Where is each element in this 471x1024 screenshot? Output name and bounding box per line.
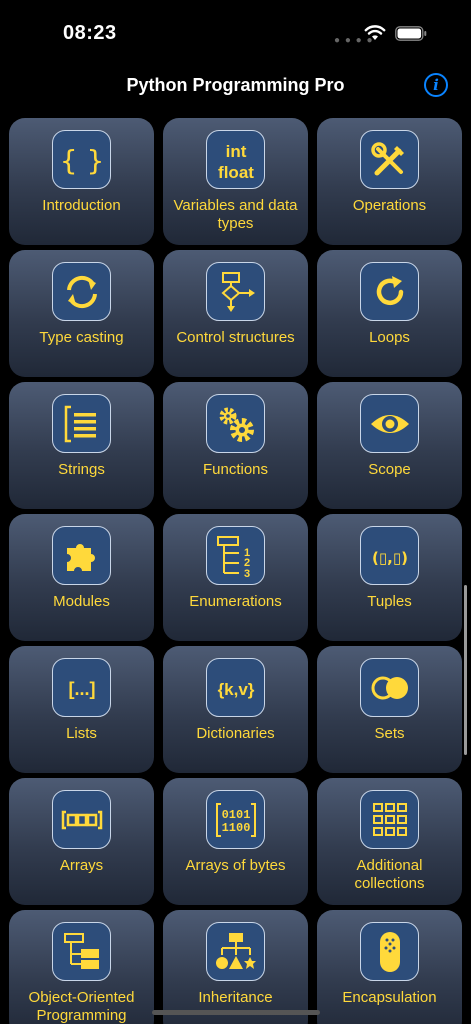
tile-label: Encapsulation xyxy=(342,989,437,1006)
tile-label: Arrays of bytes xyxy=(185,857,286,874)
tile-type-casting[interactable]: Type casting xyxy=(9,250,154,377)
puzzle-icon xyxy=(52,526,111,585)
tile-arrays-of-bytes[interactable]: 0101 1100 Arrays of bytes xyxy=(163,778,308,905)
numbered-list-icon: 1 2 3 xyxy=(206,526,265,585)
tile-label: Additional collections xyxy=(354,857,425,892)
tuple-icon: (▯,▯) xyxy=(360,526,419,585)
tile-oop[interactable]: Object-Oriented Programming xyxy=(9,910,154,1024)
tile-strings[interactable]: Strings xyxy=(9,382,154,509)
icon-text: {k,v} xyxy=(217,680,254,699)
tile-lists[interactable]: [...] Lists xyxy=(9,646,154,773)
tile-operations[interactable]: Operations xyxy=(317,118,462,245)
tile-label: Modules xyxy=(53,593,110,610)
tile-label: Enumerations xyxy=(189,593,282,610)
tile-enumerations[interactable]: 1 2 3 Enumerations xyxy=(163,514,308,641)
tile-dictionaries[interactable]: {k,v} Dictionaries xyxy=(163,646,308,773)
icon-text: 0101 xyxy=(221,808,250,822)
tile-arrays[interactable]: Arrays xyxy=(9,778,154,905)
tile-introduction[interactable]: { } Introduction xyxy=(9,118,154,245)
tile-label: Type casting xyxy=(39,329,124,346)
tools-icon xyxy=(360,130,419,189)
tile-modules[interactable]: Modules xyxy=(9,514,154,641)
tile-control-structures[interactable]: Control structures xyxy=(163,250,308,377)
tile-label: Dictionaries xyxy=(196,725,275,742)
info-button[interactable]: i xyxy=(424,73,448,97)
int-float-icon: int float xyxy=(206,130,265,189)
wifi-icon xyxy=(364,25,386,40)
tile-label: Scope xyxy=(368,461,411,478)
tile-label: Variables and data types xyxy=(173,197,298,232)
capsule-icon xyxy=(360,922,419,981)
text-lines-icon xyxy=(52,394,111,453)
nav-bar: Python Programming Pro xyxy=(0,60,471,112)
status-bar: 08:23 ● ● ● ● xyxy=(0,0,471,60)
hierarchy-icon xyxy=(206,922,265,981)
tile-label: Introduction xyxy=(42,197,121,214)
icon-text: [...] xyxy=(68,679,95,699)
tile-tuples[interactable]: (▯,▯) Tuples xyxy=(317,514,462,641)
tile-label: Object-Oriented Programming xyxy=(28,989,135,1024)
svg-text:{ }: { } xyxy=(60,144,104,177)
tile-label: Control structures xyxy=(176,329,295,346)
tile-label: Operations xyxy=(352,197,427,214)
tile-label: Sets xyxy=(374,725,405,742)
icon-text: float xyxy=(218,163,254,182)
tile-label: Arrays xyxy=(59,857,104,874)
tile-label: Tuples xyxy=(367,593,412,610)
tile-label: Inheritance xyxy=(198,989,273,1006)
sets-icon xyxy=(360,658,419,717)
tile-label: Loops xyxy=(369,329,410,346)
class-tree-icon xyxy=(52,922,111,981)
icon-text: 1100 xyxy=(221,821,250,835)
collections-grid-icon xyxy=(360,790,419,849)
tile-functions[interactable]: Functions xyxy=(163,382,308,509)
key-value-icon: {k,v} xyxy=(206,658,265,717)
bytes-icon: 0101 1100 xyxy=(206,790,265,849)
page-title: Python Programming Pro xyxy=(126,75,345,95)
gears-icon xyxy=(206,394,265,453)
info-icon: i xyxy=(433,76,439,94)
tile-additional-collections[interactable]: Additional collections xyxy=(317,778,462,905)
cycle-arrows-icon xyxy=(52,262,111,321)
tile-sets[interactable]: Sets xyxy=(317,646,462,773)
tile-label: Lists xyxy=(66,725,97,742)
tile-scope[interactable]: Scope xyxy=(317,382,462,509)
eye-icon xyxy=(360,394,419,453)
array-icon xyxy=(52,790,111,849)
topic-grid: { } Introduction int float Variables and… xyxy=(9,118,463,1024)
tile-label: Functions xyxy=(202,461,269,478)
tile-loops[interactable]: Loops xyxy=(317,250,462,377)
refresh-icon xyxy=(360,262,419,321)
icon-text: (▯,▯) xyxy=(372,549,408,567)
braces-icon: { } xyxy=(52,130,111,189)
status-time: 08:23 xyxy=(63,22,117,44)
home-indicator[interactable] xyxy=(152,1010,320,1015)
tile-inheritance[interactable]: Inheritance xyxy=(163,910,308,1024)
tile-variables[interactable]: int float Variables and data types xyxy=(163,118,308,245)
tile-label: Strings xyxy=(58,461,105,478)
tile-encapsulation[interactable]: Encapsulation xyxy=(317,910,462,1024)
icon-text: int xyxy=(225,142,246,161)
list-brackets-icon: [...] xyxy=(52,658,111,717)
battery-icon xyxy=(395,26,427,41)
flowchart-icon xyxy=(206,262,265,321)
scroll-indicator[interactable] xyxy=(464,585,467,755)
icon-text: 3 xyxy=(243,568,249,578)
